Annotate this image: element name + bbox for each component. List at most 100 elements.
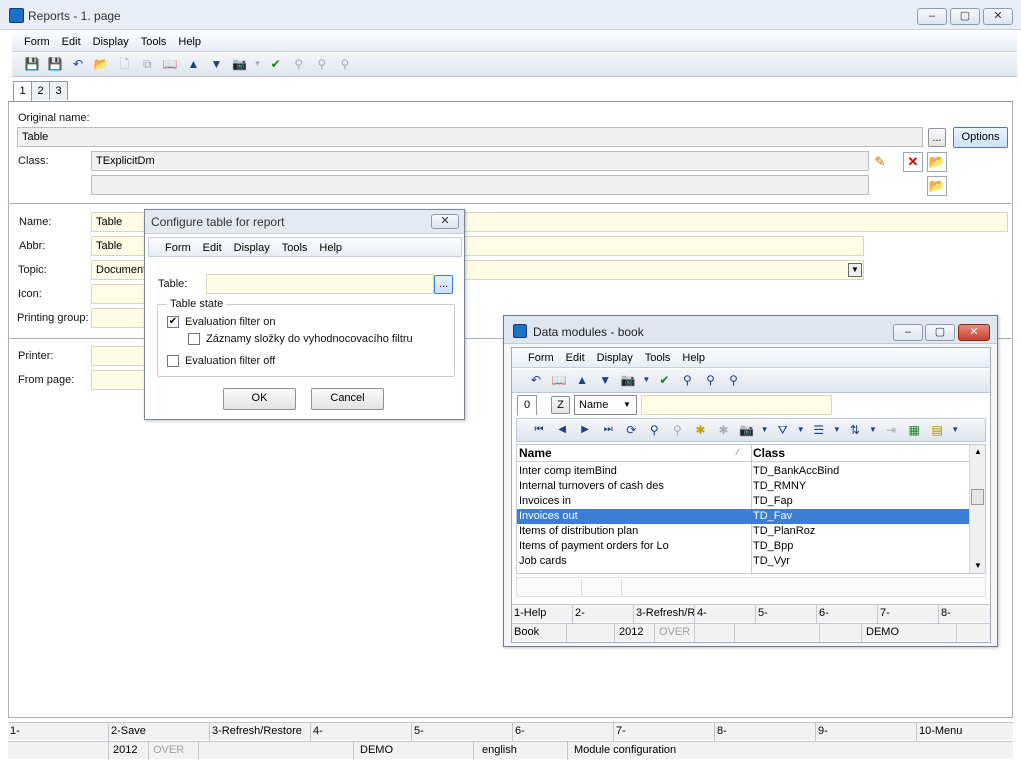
nav-binoculars-icon[interactable]: ⚲: [644, 421, 664, 439]
column-header-class[interactable]: Class: [753, 446, 785, 460]
fkey-6[interactable]: 6-: [513, 723, 614, 741]
options-button[interactable]: Options: [953, 127, 1008, 148]
nav-camera-icon[interactable]: 📷: [737, 421, 757, 439]
table-row[interactable]: Items of payment orders for Lo TD_Bpp: [517, 539, 969, 554]
menu-edit[interactable]: Edit: [56, 32, 87, 52]
original-name-field[interactable]: Table: [17, 127, 923, 147]
menu-display[interactable]: Display: [87, 32, 135, 52]
grid-scrollbar[interactable]: ▲ ▼: [969, 445, 985, 573]
dm-tab-0[interactable]: 0: [517, 395, 537, 415]
save-icon[interactable]: 💾: [22, 55, 42, 73]
table-row[interactable]: Job cards TD_Vyr: [517, 554, 969, 569]
book-icon[interactable]: 📖: [160, 55, 180, 73]
dm-dropdown-icon[interactable]: ▼: [641, 371, 651, 389]
open-folder-icon[interactable]: 📂: [91, 55, 111, 73]
filter-dropdown-icon[interactable]: ▼: [796, 421, 806, 439]
scroll-thumb[interactable]: [971, 489, 984, 505]
fkey-8[interactable]: 8-: [715, 723, 816, 741]
nav-binoculars-dim-icon[interactable]: ⚲: [667, 421, 687, 439]
menu-help[interactable]: Help: [172, 32, 207, 52]
first-record-icon[interactable]: ⏮: [529, 421, 549, 439]
dlg-menu-form[interactable]: Form: [159, 238, 197, 258]
dm-filter-check-icon[interactable]: ✔: [654, 371, 674, 389]
table-row-selected[interactable]: Invoices out TD_Fav: [517, 509, 969, 524]
excel-export-icon[interactable]: ▦: [904, 421, 924, 439]
refresh-icon[interactable]: ⟳: [621, 421, 641, 439]
dm-menu-tools[interactable]: Tools: [639, 348, 677, 368]
camera-icon[interactable]: 📷: [230, 55, 250, 73]
filter-check-icon[interactable]: ✔: [266, 55, 286, 73]
binoculars-all-icon[interactable]: ⚲: [335, 55, 355, 73]
edit-class-icon[interactable]: ✎: [870, 152, 890, 172]
column-header-name[interactable]: Name: [519, 446, 552, 460]
icon-field[interactable]: [91, 284, 151, 304]
table-row[interactable]: Internal turnovers of cash des TD_RMNY: [517, 479, 969, 494]
sort-az-icon[interactable]: ⇅: [845, 421, 865, 439]
dm-fkey-1[interactable]: 1-Help: [512, 605, 573, 623]
class-field[interactable]: TExplicitDm: [91, 151, 869, 171]
indent-icon[interactable]: ⇥: [881, 421, 901, 439]
dlg-menu-tools[interactable]: Tools: [276, 238, 314, 258]
dm-fkey-5[interactable]: 5-: [756, 605, 817, 623]
fkey-7[interactable]: 7-: [614, 723, 715, 741]
tab-1[interactable]: 1: [13, 81, 32, 102]
binoculars-next-icon[interactable]: ⚲: [312, 55, 332, 73]
scroll-up-icon[interactable]: ▲: [974, 447, 982, 456]
dm-undo-icon[interactable]: ↶: [526, 371, 546, 389]
last-record-icon[interactable]: ⏭: [598, 421, 618, 439]
dlg-menu-help[interactable]: Help: [313, 238, 348, 258]
dm-book-icon[interactable]: 📖: [549, 371, 569, 389]
fkey-1[interactable]: 1-: [8, 723, 109, 741]
fkey-10[interactable]: 10-Menu: [917, 723, 1013, 741]
dm-status-grip[interactable]: [957, 624, 990, 642]
dm-fkey-7[interactable]: 7-: [878, 605, 939, 623]
report-icon[interactable]: ▤: [927, 421, 947, 439]
original-name-ellipsis-button[interactable]: ...: [928, 128, 946, 147]
fkey-4[interactable]: 4-: [311, 723, 412, 741]
dm-fkey-8[interactable]: 8-: [939, 605, 990, 623]
open-secondary-folder-icon[interactable]: 📂: [927, 176, 947, 196]
next-record-icon[interactable]: ▶: [575, 421, 595, 439]
maximize-button[interactable]: ▢: [950, 8, 980, 25]
close-button[interactable]: ✕: [983, 8, 1013, 25]
dm-arrow-down-icon[interactable]: ▼: [595, 371, 615, 389]
printer-field[interactable]: [91, 346, 151, 366]
ok-button[interactable]: OK: [223, 388, 296, 410]
fkey-2[interactable]: 2-Save: [109, 723, 210, 741]
dm-fkey-3[interactable]: 3-Refresh/R: [634, 605, 695, 623]
from-page-field[interactable]: [91, 370, 151, 390]
dm-binoculars-icon[interactable]: ⚲: [677, 371, 697, 389]
dlg-menu-display[interactable]: Display: [228, 238, 276, 258]
dm-menu-form[interactable]: Form: [522, 348, 560, 368]
dm-binoculars-all-icon[interactable]: ⚲: [724, 371, 744, 389]
open-class-folder-icon[interactable]: 📂: [927, 152, 947, 172]
camera-dropdown-icon[interactable]: ▼: [760, 421, 770, 439]
dm-menu-edit[interactable]: Edit: [560, 348, 591, 368]
table-row[interactable]: Inter comp itemBind TD_BankAccBind: [517, 464, 969, 479]
sort-dropdown-arrow-icon[interactable]: ▼: [868, 421, 878, 439]
folder-records-checkbox[interactable]: [188, 333, 200, 345]
dm-arrow-up-icon[interactable]: ▲: [572, 371, 592, 389]
z-button[interactable]: Z: [551, 396, 570, 414]
printing-group-field[interactable]: [91, 308, 151, 328]
table-row[interactable]: Invoices in TD_Fap: [517, 494, 969, 509]
dm-fkey-2[interactable]: 2-: [573, 605, 634, 623]
filter-icon[interactable]: ⛛: [773, 421, 793, 439]
menu-form[interactable]: Form: [18, 32, 56, 52]
new-document-icon[interactable]: 🗋: [114, 55, 134, 73]
add-star-icon[interactable]: ✱: [690, 421, 710, 439]
table-field[interactable]: [206, 274, 434, 294]
topic-dropdown-icon[interactable]: ▼: [848, 263, 862, 277]
cancel-button[interactable]: Cancel: [311, 388, 384, 410]
tab-2[interactable]: 2: [31, 81, 50, 100]
binoculars-icon[interactable]: ⚲: [289, 55, 309, 73]
dm-binoculars-next-icon[interactable]: ⚲: [701, 371, 721, 389]
report-dropdown-icon[interactable]: ▼: [950, 421, 960, 439]
dm-fkey-4[interactable]: 4-: [695, 605, 756, 623]
columns-dropdown-icon[interactable]: ▼: [832, 421, 842, 439]
dm-maximize-button[interactable]: ▢: [925, 324, 955, 341]
dlg-menu-edit[interactable]: Edit: [197, 238, 228, 258]
scroll-down-icon[interactable]: ▼: [974, 561, 982, 570]
dm-minimize-button[interactable]: –: [893, 324, 923, 341]
table-ellipsis-button[interactable]: ...: [434, 275, 453, 294]
